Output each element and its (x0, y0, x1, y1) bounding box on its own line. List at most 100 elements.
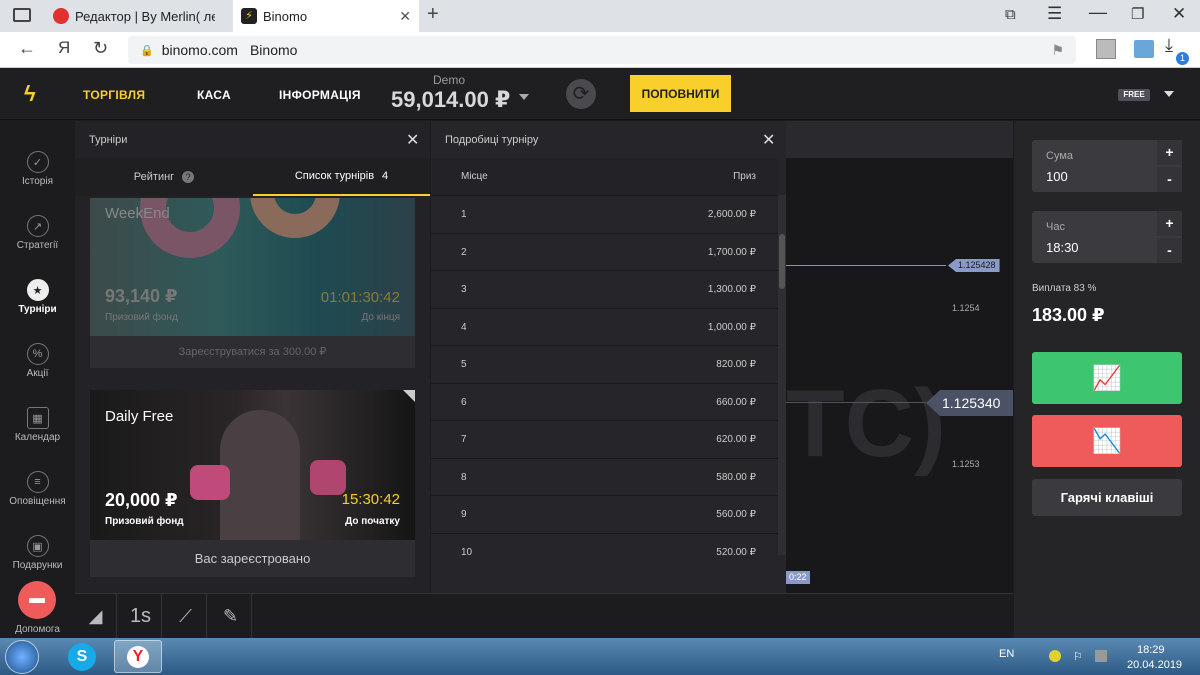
prize-label: Призовий фонд (105, 516, 184, 527)
timeframe-button[interactable]: 1s (120, 594, 162, 639)
close-tab-icon[interactable]: ✕ (399, 8, 411, 25)
browser-tab-editor[interactable]: Редактор | By Merlin( легкий (45, 0, 233, 32)
gift-icon: ▣ (26, 535, 49, 557)
address-bar: ← Я ↻ 🔒 binomo.com Binomo ⚑ ⤓ 1 (0, 32, 1200, 68)
close-panel-icon[interactable]: ✕ (406, 130, 419, 150)
time-plus-button[interactable]: + (1157, 211, 1182, 236)
table-row: 10 520.00 ₽ (431, 532, 778, 570)
price-line (786, 265, 946, 266)
chart-down-icon: 📉 (1092, 427, 1122, 455)
check-icon: ✓ (26, 151, 49, 173)
binomo-logo-icon[interactable]: ϟ (24, 81, 36, 107)
input-language[interactable]: EN (999, 648, 1014, 660)
amount-minus-button[interactable]: - (1157, 167, 1182, 192)
minimize-icon[interactable]: — (1089, 2, 1107, 23)
sidebar-item-gifts[interactable]: ▣ Подарунки (0, 535, 75, 571)
glove-shape (310, 460, 346, 495)
payout-label: Виплата 83 % (1032, 283, 1097, 294)
browser-tab-binomo[interactable]: ⚡ Binomo ✕ (233, 0, 419, 32)
help-icon[interactable]: ? (182, 171, 195, 183)
nav-info[interactable]: ІНФОРМАЦІЯ (279, 88, 361, 102)
balance-dropdown-icon[interactable] (519, 94, 529, 100)
account-balance[interactable]: 59,014.00 ₽ (391, 87, 510, 113)
price-chart[interactable]: TC) 1.125428 1.1254 1.125340 1.1253 0:22 (786, 121, 1013, 593)
tournament-tabs: Рейтинг ? Список турнірів 4 (75, 158, 430, 196)
sidebar-item-label: Турніри (18, 304, 57, 315)
nav-trading[interactable]: ТОРГІВЛЯ (83, 88, 145, 102)
figure-shape (220, 410, 300, 540)
close-details-icon[interactable]: ✕ (762, 130, 775, 150)
bookmark-icon[interactable]: ⚑ (1051, 42, 1064, 59)
start-button-icon[interactable] (5, 640, 39, 674)
sidebar-item-calendar[interactable]: ▦ Календар (0, 407, 75, 443)
back-icon[interactable]: ← (18, 38, 36, 59)
extension-icon[interactable] (1134, 40, 1154, 58)
clock-date[interactable]: 20.04.2019 (1127, 659, 1182, 671)
downloads-icon[interactable]: ⤓ (1165, 35, 1173, 56)
url-title: Binomo (249, 42, 298, 58)
refresh-balance-icon[interactable]: ⟳ (566, 79, 596, 109)
sidebar-item-history[interactable]: ✓ Історія (0, 151, 75, 187)
sidebar-item-strategies[interactable]: ↗ Стратегії (0, 215, 75, 251)
current-price-tag: 1.125340 (926, 390, 1013, 416)
chart-top-band (786, 121, 1013, 158)
bookmarks-icon[interactable]: ⧉ (1005, 6, 1016, 23)
tab-rating[interactable]: Рейтинг ? (75, 158, 253, 196)
timer-label: До початку (345, 516, 400, 527)
trade-up-button[interactable]: 📈 (1032, 352, 1182, 404)
prize-value: 820.00 ₽ (716, 359, 756, 370)
yandex-icon[interactable]: Я (58, 38, 70, 58)
restore-icon[interactable]: ❐ (1131, 5, 1144, 23)
url-field[interactable]: 🔒 binomo.com Binomo ⚑ (128, 36, 1076, 64)
hotkeys-button[interactable]: Гарячі клавіші (1032, 479, 1182, 516)
drawing-tools-icon[interactable]: ✎ (210, 594, 252, 639)
amount-plus-button[interactable]: + (1157, 140, 1182, 165)
col-place-header: Місце (461, 171, 488, 182)
chart-type-icon[interactable]: ◢ (75, 594, 117, 639)
table-header: Місце Приз (431, 158, 778, 195)
tournaments-panel: Турніри ✕ Рейтинг ? Список турнірів 4 We… (75, 121, 430, 593)
tournament-card-daily-free[interactable]: Daily Free 20,000 ₽ Призовий фонд 15:30:… (90, 390, 415, 577)
menu-icon[interactable]: ☰ (1047, 4, 1062, 24)
prize-value: 1,300.00 ₽ (707, 284, 756, 295)
yandex-browser-icon[interactable]: Y (114, 640, 162, 673)
sidebar-item-notifications[interactable]: ≡ Оповіщення (0, 471, 75, 507)
trend-icon: ↗ (26, 215, 49, 237)
sidebar-item-promotions[interactable]: % Акції (0, 343, 75, 379)
tray-icon[interactable] (1049, 650, 1061, 662)
register-button[interactable]: Зареєструватися за 300.00 ₽ (90, 336, 415, 368)
prize-value: 660.00 ₽ (716, 396, 756, 408)
network-icon[interactable] (1095, 650, 1107, 662)
sidebar-item-help[interactable]: Допомога (0, 624, 75, 635)
place-number: 3 (461, 284, 467, 295)
time-label: Час (1046, 221, 1065, 233)
time-field[interactable]: Час 18:30 + - (1032, 211, 1182, 263)
tab-tournament-list[interactable]: Список турнірів 4 (253, 158, 430, 196)
deposit-button[interactable]: ПОПОВНИТИ (630, 75, 731, 112)
tournament-card-weekend[interactable]: WeekEnd 93,140 ₽ Призовий фонд 01:01:30:… (90, 198, 415, 368)
grid-label: 1.1253 (952, 459, 980, 469)
scrollbar-thumb[interactable] (779, 234, 785, 289)
profile-icon[interactable] (1096, 39, 1116, 59)
sidebar-item-label: Допомога (15, 624, 60, 635)
close-window-icon[interactable]: ✕ (1172, 4, 1186, 24)
clock-time[interactable]: 18:29 (1137, 644, 1165, 656)
nav-cashier[interactable]: КАСА (197, 88, 231, 102)
tournament-name: Daily Free (105, 408, 174, 425)
table-row: 8 580.00 ₽ (431, 457, 778, 495)
skype-icon[interactable]: S (68, 643, 96, 671)
sidebar-toggle-icon[interactable] (13, 8, 31, 22)
chat-icon[interactable]: ▬ (18, 581, 56, 619)
sidebar-item-tournaments[interactable]: ★ Турніри (0, 279, 75, 315)
indicators-icon[interactable]: ⟋ (165, 594, 207, 639)
payout-value: 183.00 ₽ (1032, 305, 1105, 325)
account-dropdown-icon[interactable] (1164, 91, 1174, 97)
trade-down-button[interactable]: 📉 (1032, 415, 1182, 467)
new-tab-icon[interactable]: + (427, 3, 439, 26)
flag-icon[interactable]: ⚐ (1073, 650, 1083, 663)
reload-icon[interactable]: ↻ (93, 38, 108, 59)
time-minus-button[interactable]: - (1157, 238, 1182, 263)
prize-value: 620.00 ₽ (716, 434, 756, 445)
table-row: 7 620.00 ₽ (431, 420, 778, 457)
amount-field[interactable]: Сума 100 + - (1032, 140, 1182, 192)
